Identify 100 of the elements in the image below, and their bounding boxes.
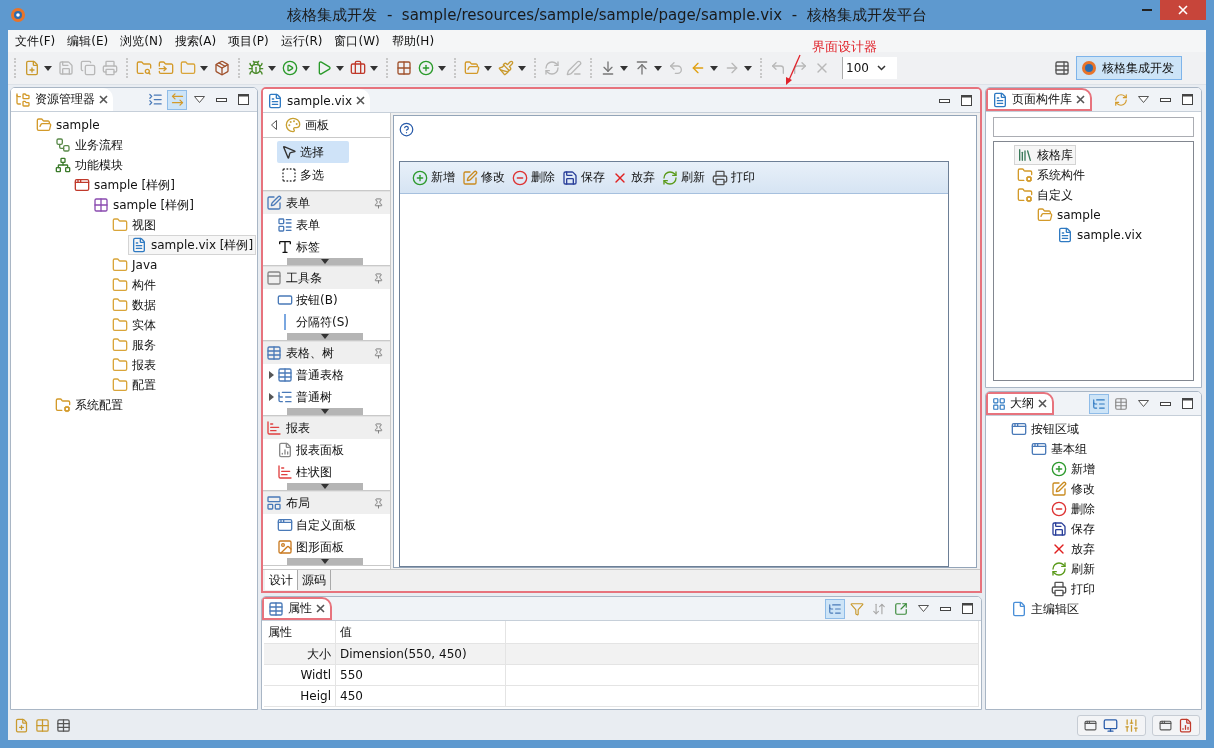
tree-item[interactable]: 核格库 xyxy=(1014,145,1076,165)
tree-item[interactable]: sample [样例] xyxy=(90,195,197,215)
table-icon[interactable] xyxy=(56,717,71,733)
collapse-palette-button[interactable] xyxy=(271,120,277,130)
toolbar-button[interactable] xyxy=(416,58,448,78)
palette-item[interactable]: 分隔符(S) xyxy=(263,311,390,333)
menu-item[interactable]: 窗口(W) xyxy=(328,30,386,52)
drawer-scroll-handle[interactable] xyxy=(287,333,363,340)
menu-item[interactable]: 搜索(A) xyxy=(168,30,223,52)
tree-item[interactable]: 实体 xyxy=(109,315,159,335)
palette-item[interactable]: 自定义面板 xyxy=(263,514,390,536)
tree-item[interactable]: 服务 xyxy=(109,335,159,355)
tree-item[interactable]: 业务流程 xyxy=(52,135,126,155)
tree-item[interactable]: sample.vix [样例] xyxy=(128,235,257,255)
drawer-scroll-handle[interactable] xyxy=(287,558,363,565)
tree-item[interactable]: sample.vix xyxy=(1054,225,1145,245)
dropdown-arrow-icon xyxy=(44,65,52,71)
tree-item[interactable]: 报表 xyxy=(109,355,159,375)
tree-item[interactable]: sample [样例] xyxy=(71,175,178,195)
monitor-icon[interactable] xyxy=(1103,717,1118,733)
panel-tab[interactable]: 资源管理器 xyxy=(11,88,113,111)
tree-item[interactable]: 功能模块 xyxy=(52,155,126,175)
pin-icon xyxy=(373,272,384,284)
dashed-square-icon xyxy=(281,167,297,183)
palette-item[interactable]: 柱状图 xyxy=(263,461,390,483)
arrows-icon xyxy=(169,92,185,107)
menu-item[interactable]: 项目(P) xyxy=(222,30,275,52)
tree-item[interactable]: 构件 xyxy=(109,275,159,295)
tree-item[interactable]: Java xyxy=(109,255,161,275)
palette-item[interactable]: 普通树 xyxy=(263,386,390,408)
palette-item[interactable]: 按钮(B) xyxy=(263,289,390,311)
restore-icon[interactable] xyxy=(1084,718,1097,732)
panel-tab[interactable]: 属性 xyxy=(262,597,332,620)
toolbar-button[interactable] xyxy=(496,58,528,78)
toolbar-button[interactable] xyxy=(212,58,232,78)
tree-item[interactable]: 系统配置 xyxy=(52,395,126,415)
palette-drawer[interactable]: 工具条 xyxy=(263,267,390,289)
panel-tab[interactable]: 大纲 xyxy=(986,392,1054,415)
palette-item[interactable]: 普通表格 xyxy=(263,364,390,386)
palette-item[interactable]: 图形面板 xyxy=(263,536,390,558)
tree-item[interactable]: 放弃 xyxy=(1048,539,1098,559)
tree-item[interactable]: 主编辑区 xyxy=(1008,599,1082,619)
tree-item[interactable]: 保存 xyxy=(1048,519,1098,539)
restore-icon[interactable] xyxy=(1159,718,1172,732)
tree-item[interactable]: 按钮区域 xyxy=(1008,419,1082,439)
form-button[interactable]: 新增 xyxy=(412,169,455,186)
menu-item[interactable]: 运行(R) xyxy=(274,30,329,52)
search-field[interactable] xyxy=(993,117,1194,137)
tree-item[interactable]: 配置 xyxy=(109,375,159,395)
editor-mode-tab[interactable]: 设计 xyxy=(265,570,298,590)
help-icon[interactable] xyxy=(399,122,414,137)
zoom-combo[interactable]: 100 xyxy=(842,57,897,79)
palette-tool[interactable]: 选择 xyxy=(277,141,349,163)
tree-item[interactable]: 视图 xyxy=(109,215,159,235)
drawer-scroll-handle[interactable] xyxy=(287,408,363,415)
drawer-scroll-handle[interactable] xyxy=(287,483,363,490)
form-button[interactable]: 修改 xyxy=(462,169,505,186)
palette-tool[interactable]: 多选 xyxy=(277,164,349,186)
tree-item[interactable]: sample xyxy=(1034,205,1104,225)
panel-tab[interactable]: 页面构件库 xyxy=(986,88,1092,111)
categories-button[interactable] xyxy=(825,598,845,619)
tree-item[interactable]: 新增 xyxy=(1048,459,1098,479)
form-button[interactable]: 刷新 xyxy=(662,169,705,186)
palette-drawer[interactable]: 表单 xyxy=(263,192,390,214)
dropdown-arrow-icon xyxy=(336,65,344,71)
perspective-button[interactable]: 核格集成开发 xyxy=(1076,56,1182,80)
menu-item[interactable]: 编辑(E) xyxy=(61,30,115,52)
tree-item[interactable]: 数据 xyxy=(109,295,159,315)
tree-item[interactable]: 刷新 xyxy=(1048,559,1098,579)
palette-drawer[interactable]: 布局 xyxy=(263,492,390,514)
form-button[interactable]: 删除 xyxy=(512,169,555,186)
palette-drawer[interactable]: 表格、树 xyxy=(263,342,390,364)
palette-item[interactable]: 报表面板 xyxy=(263,439,390,461)
palette-item[interactable]: 标签 xyxy=(263,236,390,258)
menu-item[interactable]: 帮助(H) xyxy=(385,30,441,52)
tree-item[interactable]: 修改 xyxy=(1048,479,1098,499)
folder-icon xyxy=(112,337,128,353)
maximize-icon xyxy=(960,95,972,106)
palette-drawer[interactable]: 报表 xyxy=(263,417,390,439)
form-button[interactable]: 打印 xyxy=(712,169,755,186)
folder-search-icon xyxy=(136,60,152,76)
report-icon[interactable] xyxy=(1178,717,1193,733)
tree-item[interactable]: 系统构件 xyxy=(1014,165,1088,185)
menu-item[interactable]: 浏览(N) xyxy=(114,30,169,52)
form-button[interactable]: 放弃 xyxy=(612,169,655,186)
close-button[interactable] xyxy=(1160,0,1206,20)
tree-item[interactable]: 删除 xyxy=(1048,499,1098,519)
form-button[interactable]: 保存 xyxy=(562,169,605,186)
palette-item[interactable]: 表单 xyxy=(263,214,390,236)
menu-item[interactable]: 文件(F) xyxy=(9,30,62,52)
toolbar-button[interactable] xyxy=(280,58,312,78)
window-icon xyxy=(1031,441,1047,457)
tree-item[interactable]: sample xyxy=(33,115,103,135)
tree-view-button[interactable] xyxy=(1089,393,1109,414)
drawer-scroll-handle[interactable] xyxy=(287,258,363,265)
tree-item[interactable]: 基本组 xyxy=(1028,439,1090,459)
tree-item[interactable]: 自定义 xyxy=(1014,185,1076,205)
tree-item[interactable]: 打印 xyxy=(1048,579,1098,599)
editor-tab[interactable]: sample.vix xyxy=(263,89,370,112)
sliders-icon[interactable] xyxy=(1124,717,1139,733)
